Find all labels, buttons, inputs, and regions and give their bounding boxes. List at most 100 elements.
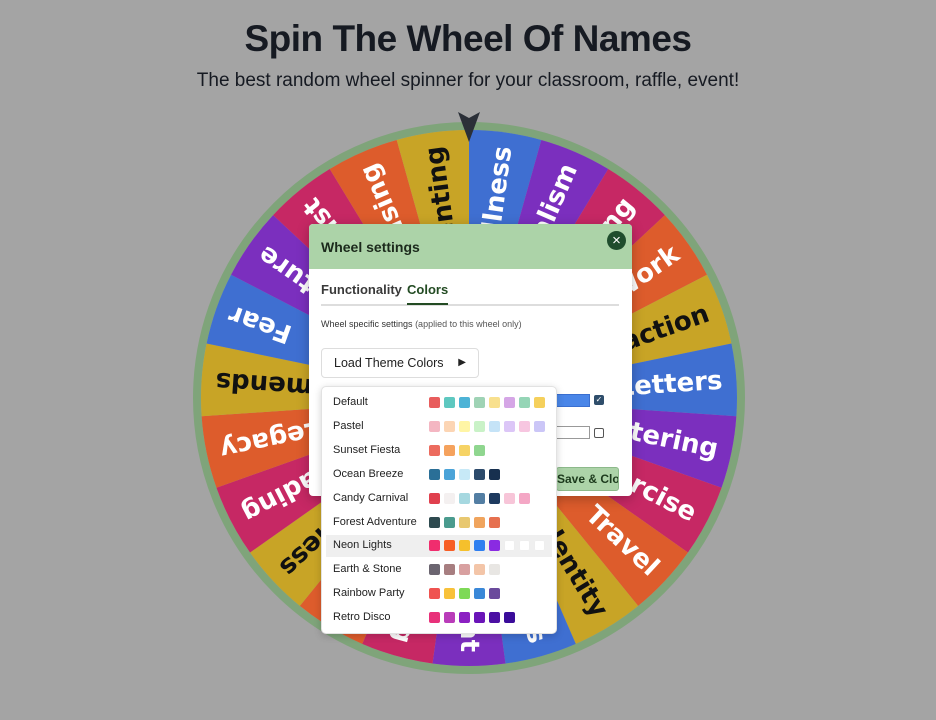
theme-swatches — [429, 564, 504, 576]
theme-option[interactable]: Pastel — [326, 416, 552, 438]
color-swatch — [429, 588, 440, 600]
theme-option-name: Neon Lights — [333, 539, 392, 552]
checkbox-unchecked[interactable] — [594, 428, 604, 438]
color-swatch — [429, 468, 440, 480]
color-swatch — [489, 612, 500, 624]
theme-swatches — [429, 492, 534, 504]
close-icon[interactable]: × — [607, 231, 626, 250]
color-swatch — [489, 516, 500, 528]
tab-bar: Functionality Colors — [321, 282, 619, 306]
theme-option[interactable]: Ocean Breeze — [326, 464, 552, 486]
color-swatch — [429, 540, 440, 552]
checkbox-checked[interactable]: ✓ — [594, 395, 604, 405]
color-swatch — [474, 612, 485, 624]
color-swatch — [474, 444, 485, 456]
theme-option[interactable]: Default — [326, 392, 552, 414]
theme-swatches — [429, 420, 549, 432]
theme-swatches — [429, 397, 549, 408]
theme-swatches — [429, 588, 504, 600]
color-swatch — [489, 397, 500, 408]
color-swatch — [519, 540, 530, 552]
theme-swatches — [429, 444, 489, 456]
color-swatch — [504, 612, 515, 624]
tab-functionality[interactable]: Functionality — [321, 282, 402, 303]
theme-option[interactable]: Forest Adventure — [326, 512, 552, 534]
color-swatch — [489, 588, 500, 600]
section-hint: (applied to this wheel only) — [415, 319, 522, 329]
color-swatch — [459, 444, 470, 456]
modal-header: Wheel settings × — [309, 224, 632, 269]
color-swatch — [459, 468, 470, 480]
theme-dropdown: Default Pastel Sunset Fiesta Ocean Breeze Ca… — [321, 386, 557, 634]
theme-option-name: Pastel — [333, 419, 364, 432]
color-swatch — [519, 420, 530, 432]
color-swatch — [504, 492, 515, 504]
color-swatch — [504, 540, 515, 552]
theme-option-name: Forest Adventure — [333, 515, 417, 528]
color-swatch — [474, 492, 485, 504]
color-swatch — [474, 588, 485, 600]
theme-option-name: Ocean Breeze — [333, 467, 404, 480]
theme-swatches — [429, 516, 504, 528]
section-label-text: Wheel specific settings — [321, 319, 413, 329]
theme-option[interactable]: Earth & Stone — [326, 559, 552, 581]
theme-option-name: Earth & Stone — [333, 563, 402, 576]
color-swatch — [459, 612, 470, 624]
color-swatch — [459, 397, 470, 408]
theme-option[interactable]: Neon Lights — [326, 535, 552, 558]
load-theme-colors-button[interactable]: Load Theme Colors ▶ — [321, 348, 479, 378]
color-swatch — [489, 540, 500, 552]
color-swatch — [504, 397, 515, 408]
color-swatch — [444, 612, 455, 624]
color-swatch — [444, 444, 455, 456]
color-swatch — [429, 564, 440, 576]
theme-swatches — [429, 468, 504, 480]
tab-colors[interactable]: Colors — [407, 282, 449, 305]
theme-option[interactable]: Rainbow Party — [326, 583, 552, 605]
color-swatch — [429, 420, 440, 432]
color-swatch — [429, 397, 440, 408]
theme-option-name: Sunset Fiesta — [333, 443, 401, 456]
color-swatch — [519, 397, 530, 408]
color-swatch — [474, 516, 485, 528]
theme-swatches — [429, 540, 549, 552]
color-swatch — [459, 492, 470, 504]
modal-title: Wheel settings — [321, 239, 420, 255]
color-swatch — [459, 540, 470, 552]
save-close-button[interactable]: Save & Close — [556, 467, 619, 491]
color-swatch — [444, 588, 455, 600]
color-swatch — [534, 397, 545, 408]
color-swatch — [489, 564, 500, 576]
color-swatch — [504, 420, 515, 432]
color-swatch — [474, 420, 485, 432]
color-swatch — [489, 468, 500, 480]
theme-option-name: Retro Disco — [333, 611, 391, 624]
color-swatch — [459, 516, 470, 528]
color-swatch — [489, 492, 500, 504]
theme-option[interactable]: Retro Disco — [326, 607, 552, 629]
color-swatch — [444, 564, 455, 576]
color-swatch — [474, 468, 485, 480]
color-swatch — [474, 564, 485, 576]
caret-right-icon: ▶ — [458, 357, 466, 368]
color-swatch — [444, 420, 455, 432]
color-swatch — [429, 492, 440, 504]
theme-option[interactable]: Candy Carnival — [326, 488, 552, 510]
color-swatch — [429, 612, 440, 624]
theme-option[interactable]: Sunset Fiesta — [326, 440, 552, 462]
color-swatch — [474, 540, 485, 552]
theme-option-name: Rainbow Party — [333, 587, 405, 600]
color-swatch — [459, 588, 470, 600]
section-label: Wheel specific settings (applied to this… — [321, 319, 522, 329]
color-swatch — [519, 492, 530, 504]
color-swatch — [429, 516, 440, 528]
color-swatch — [474, 397, 485, 408]
color-swatch — [444, 540, 455, 552]
color-swatch — [534, 540, 545, 552]
theme-swatches — [429, 612, 519, 624]
color-swatch — [444, 516, 455, 528]
color-swatch — [534, 420, 545, 432]
color-swatch — [444, 468, 455, 480]
color-swatch — [429, 444, 440, 456]
color-swatch — [489, 420, 500, 432]
